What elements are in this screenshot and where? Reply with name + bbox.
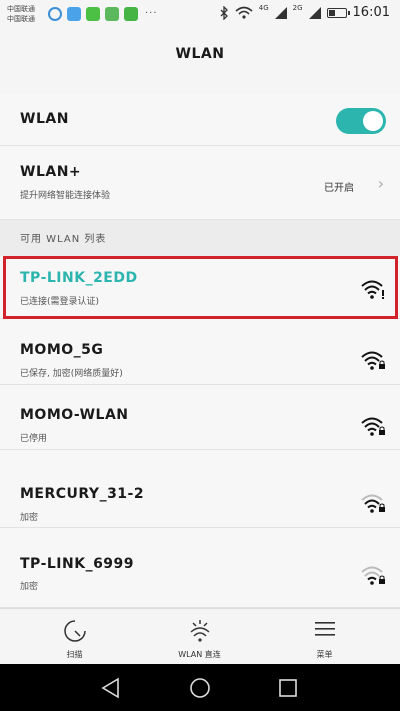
network-status: 加密: [20, 513, 39, 523]
app-notification-icon-1: [48, 7, 62, 21]
recent-apps-icon[interactable]: [278, 678, 298, 698]
system-nav-bar: [0, 664, 400, 711]
menu-icon: [314, 622, 335, 636]
wlan-plus-subtitle: 提升网络智能连接体验: [20, 191, 111, 201]
scan-icon: [63, 620, 86, 642]
network-name: MOMO-WLAN: [20, 407, 129, 423]
wifi-signal-locked-icon: [361, 566, 385, 585]
more-notifications-icon: ···: [145, 8, 158, 19]
scan-button[interactable]: 扫描: [8, 609, 141, 665]
wifi-status-icon: [235, 6, 253, 19]
app-notification-icon-2: [67, 7, 81, 21]
chevron-right-icon: ›: [377, 174, 384, 193]
menu-label: 菜单: [316, 650, 333, 659]
wechat-icon: [86, 7, 100, 21]
scan-label: 扫描: [66, 650, 83, 659]
network-item-momo-wlan[interactable]: MOMO-WLAN 已停用: [0, 385, 400, 450]
menu-button[interactable]: 菜单: [258, 609, 391, 665]
section-header-label: 可用 WLAN 列表: [20, 234, 107, 245]
network-item-momo-5g[interactable]: MOMO_5G 已保存, 加密(网络质量好): [0, 319, 400, 385]
battery-icon: [326, 7, 350, 18]
battery-fill: [328, 9, 336, 16]
signal-icon-2: [308, 6, 321, 19]
bottom-toolbar: 扫描 WLAN 直连 菜单: [0, 608, 400, 665]
carrier-2: 中国联通: [7, 15, 35, 23]
network-status: 已停用: [20, 434, 48, 444]
wifi-signal-locked-icon: [361, 494, 385, 513]
wlan-direct-icon: [190, 620, 209, 642]
network-status: 已保存, 加密(网络质量好): [20, 369, 123, 379]
scrolled-row-label: · ·: [22, 78, 32, 83]
wifi-signal-locked-icon: [361, 351, 385, 370]
network-status: 已连接(需登录认证): [20, 297, 100, 307]
section-header: 可用 WLAN 列表: [0, 220, 400, 252]
bluetooth-icon: [220, 5, 228, 20]
status-right: 4G 2G 16:01: [219, 5, 390, 20]
app-notification-icon-4: [124, 7, 138, 21]
carrier-info: 中国联通 中国联通: [7, 4, 35, 24]
wlan-switch[interactable]: [336, 108, 386, 134]
wlan-plus-title: WLAN+: [20, 164, 82, 180]
network-item-tp-link-6999[interactable]: TP-LINK_6999 加密: [0, 528, 400, 608]
notification-icons: ···: [48, 7, 158, 21]
status-time: 16:01: [352, 5, 390, 20]
home-icon[interactable]: [189, 677, 211, 699]
page-title: WLAN: [0, 30, 400, 78]
back-icon[interactable]: [100, 677, 122, 699]
wlan-direct-button[interactable]: WLAN 直连: [133, 609, 266, 665]
network-name: MERCURY_31-2: [20, 486, 145, 502]
network-item-mercury-31-2[interactable]: MERCURY_31-2 加密: [0, 450, 400, 528]
carrier-1: 中国联通: [7, 5, 35, 13]
status-bar: 中国联通 中国联通 ··· 4G 2G 16:01: [0, 0, 400, 30]
wlan-toggle-label: WLAN: [20, 111, 69, 127]
network-name: TP-LINK_6999: [20, 556, 135, 572]
network-4g-label: 4G: [258, 4, 269, 12]
network-name: MOMO_5G: [20, 342, 104, 358]
network-name: TP-LINK_2EDD: [20, 270, 138, 286]
network-item-tp-link-2edd[interactable]: TP-LINK_2EDD 已连接(需登录认证): [0, 256, 400, 319]
wlan-plus-row[interactable]: WLAN+ 提升网络智能连接体验 已开启 ›: [0, 146, 400, 220]
wifi-signal-alert-icon: [361, 280, 384, 299]
signal-icon-1: [274, 6, 287, 19]
app-notification-icon-3: [105, 7, 119, 21]
scrolled-row: · ·: [0, 78, 400, 95]
network-2g-label: 2G: [292, 4, 303, 12]
wlan-toggle-row[interactable]: WLAN: [0, 94, 400, 146]
wifi-signal-locked-icon: [361, 417, 385, 436]
wlan-direct-label: WLAN 直连: [178, 650, 221, 659]
network-status: 加密: [20, 582, 39, 592]
wlan-plus-status: 已开启: [324, 183, 354, 194]
